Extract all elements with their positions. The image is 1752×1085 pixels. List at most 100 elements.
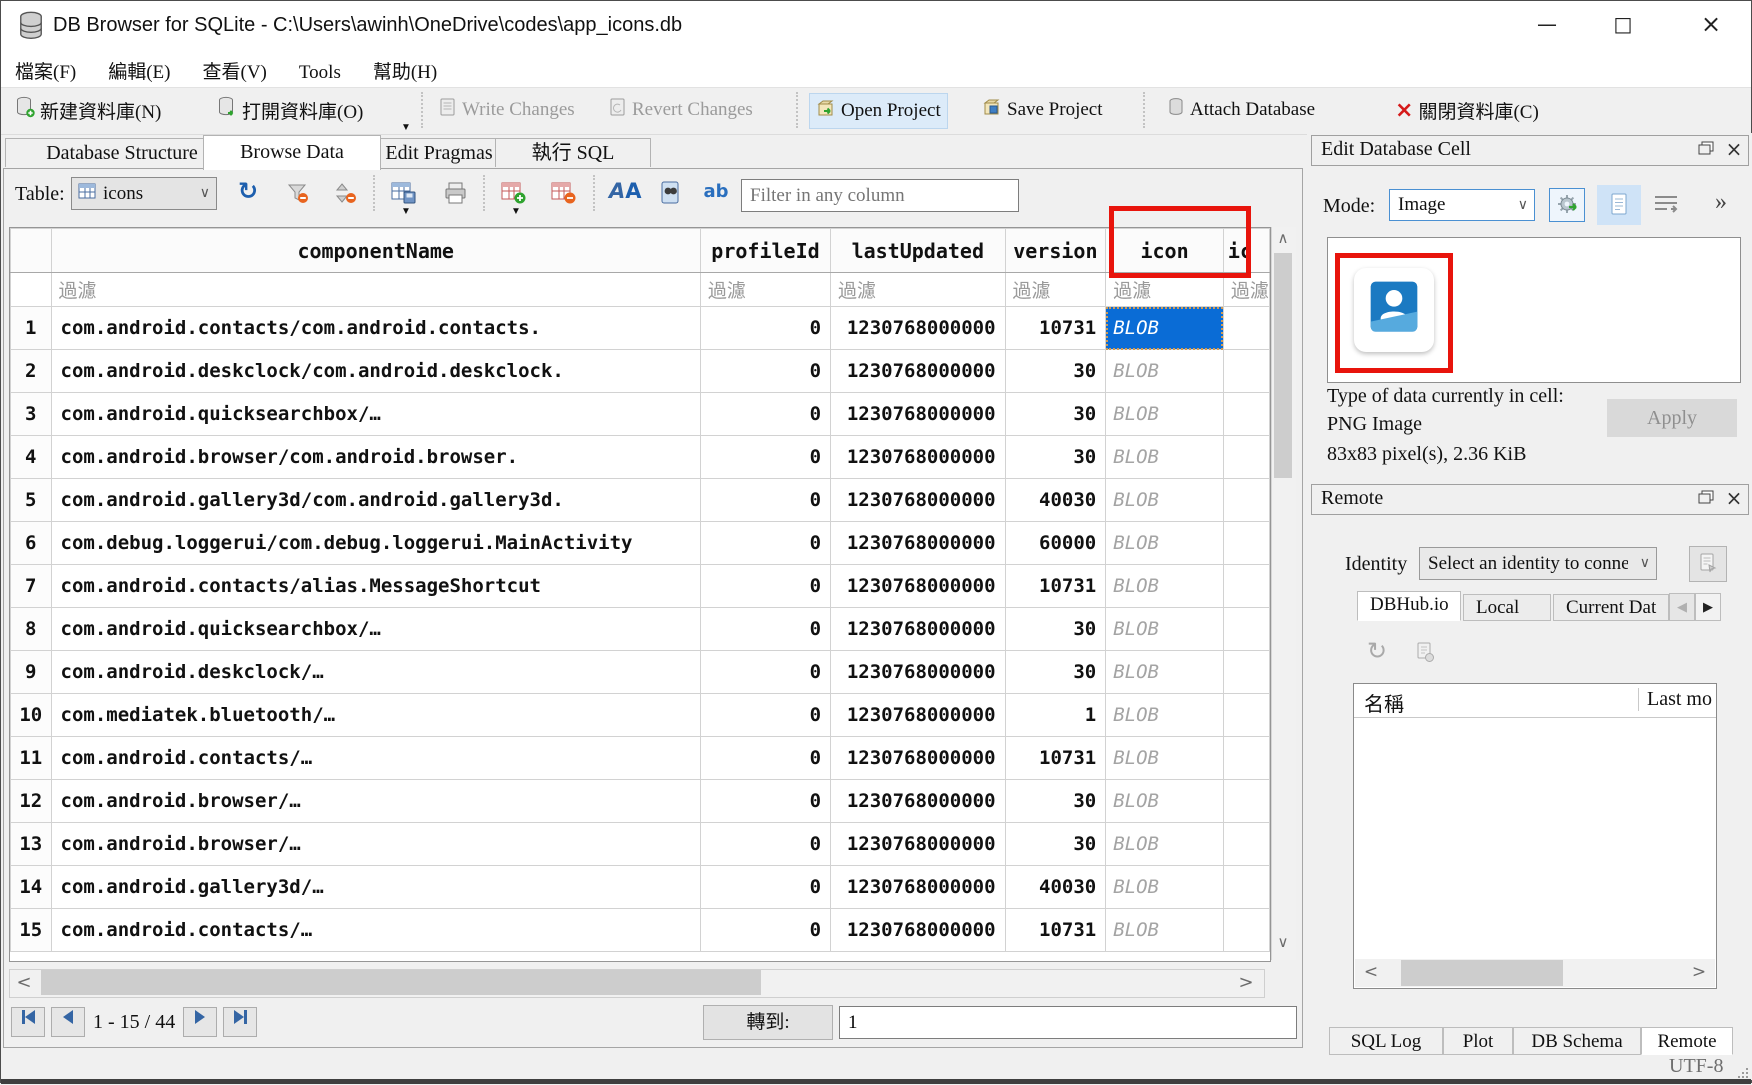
column-filter-input[interactable]: 過濾	[831, 273, 1006, 307]
cell-icon-blob[interactable]: BLOB	[1106, 909, 1224, 952]
cell-icon-blob[interactable]: BLOB	[1106, 436, 1224, 479]
word-wrap-icon[interactable]	[1653, 193, 1679, 220]
cell-componentname[interactable]: com.android.contacts/…	[51, 737, 700, 780]
write-changes-button[interactable]: Write Changes	[433, 93, 581, 127]
cell-partial[interactable]	[1223, 780, 1269, 823]
cell-icon-blob[interactable]: BLOB	[1106, 522, 1224, 565]
cell-version[interactable]: 40030	[1005, 479, 1106, 522]
row-number[interactable]: 9	[11, 651, 52, 694]
cell-componentname[interactable]: com.mediatek.bluetooth/…	[51, 694, 700, 737]
font-settings-icon[interactable]: AA	[609, 179, 639, 207]
cell-lastupdated[interactable]: 1230768000000	[831, 608, 1006, 651]
cell-profileid[interactable]: 0	[700, 823, 830, 866]
cell-icon-blob[interactable]: BLOB	[1106, 307, 1224, 350]
cell-icon-blob[interactable]: BLOB	[1106, 866, 1224, 909]
import-data-button[interactable]	[1549, 188, 1585, 222]
cell-lastupdated[interactable]: 1230768000000	[831, 866, 1006, 909]
cell-version[interactable]: 30	[1005, 350, 1106, 393]
cell-profileid[interactable]: 0	[700, 522, 830, 565]
cell-componentname[interactable]: com.android.browser/…	[51, 780, 700, 823]
cell-partial[interactable]	[1223, 350, 1269, 393]
cell-componentname[interactable]: com.android.quicksearchbox/…	[51, 608, 700, 651]
scroll-left-button[interactable]: <	[11, 972, 37, 993]
float-panel-icon[interactable]	[1695, 140, 1717, 160]
cell-version[interactable]: 30	[1005, 780, 1106, 823]
more-tools-chevron[interactable]: »	[1715, 189, 1727, 216]
open-database-button[interactable]: 打開資料庫(O)	[211, 93, 369, 127]
menu-edit[interactable]: 編輯(E)	[94, 51, 184, 90]
cell-partial[interactable]	[1223, 694, 1269, 737]
remote-scroll-left-button[interactable]: <	[1361, 962, 1381, 982]
remote-col-name[interactable]: 名稱	[1364, 688, 1404, 717]
cell-lastupdated[interactable]: 1230768000000	[831, 780, 1006, 823]
remote-col-lastmodified[interactable]: Last mo	[1638, 688, 1712, 711]
save-project-button[interactable]: Save Project	[976, 93, 1109, 127]
goto-row-input[interactable]	[839, 1006, 1297, 1039]
cell-partial[interactable]	[1223, 651, 1269, 694]
cell-partial[interactable]	[1223, 479, 1269, 522]
row-number[interactable]: 13	[11, 823, 52, 866]
tab-browse-data[interactable]: Browse Data	[203, 135, 381, 170]
cell-partial[interactable]	[1223, 565, 1269, 608]
print-icon[interactable]	[441, 181, 471, 209]
cell-componentname[interactable]: com.android.contacts/com.android.contact…	[51, 307, 700, 350]
cell-profileid[interactable]: 0	[700, 608, 830, 651]
column-header[interactable]: componentName	[51, 229, 700, 273]
cell-lastupdated[interactable]: 1230768000000	[831, 350, 1006, 393]
cell-componentname[interactable]: com.android.gallery3d/com.android.galler…	[51, 479, 700, 522]
cell-lastupdated[interactable]: 1230768000000	[831, 436, 1006, 479]
column-header[interactable]: profileId	[700, 229, 830, 273]
cell-version[interactable]: 30	[1005, 608, 1106, 651]
cell-componentname[interactable]: com.android.gallery3d/…	[51, 866, 700, 909]
cell-icon-blob[interactable]: BLOB	[1106, 651, 1224, 694]
cell-profileid[interactable]: 0	[700, 393, 830, 436]
cell-icon-blob[interactable]: BLOB	[1106, 565, 1224, 608]
open-project-button[interactable]: Open Project	[809, 93, 948, 129]
cell-profileid[interactable]: 0	[700, 307, 830, 350]
remote-scroll-right-button[interactable]: >	[1689, 962, 1709, 982]
dock-tab-db-schema[interactable]: DB Schema	[1513, 1027, 1641, 1055]
cell-partial[interactable]	[1223, 436, 1269, 479]
row-number[interactable]: 1	[11, 307, 52, 350]
column-filter-input[interactable]: 過濾	[51, 273, 700, 307]
cell-profileid[interactable]: 0	[700, 737, 830, 780]
cell-partial[interactable]	[1223, 307, 1269, 350]
insert-record-icon[interactable]	[499, 181, 529, 209]
menu-tools[interactable]: Tools	[285, 56, 355, 90]
close-button[interactable]: ×	[1678, 1, 1744, 47]
cell-profileid[interactable]: 0	[700, 565, 830, 608]
vertical-scrollbar-thumb[interactable]	[1274, 253, 1292, 478]
close-panel-icon[interactable]: ×	[1723, 137, 1745, 157]
cell-version[interactable]: 30	[1005, 823, 1106, 866]
cell-profileid[interactable]: 0	[700, 651, 830, 694]
remote-tab-current-database[interactable]: Current Dat	[1553, 594, 1669, 621]
column-header[interactable]: version	[1005, 229, 1106, 273]
cell-lastupdated[interactable]: 1230768000000	[831, 393, 1006, 436]
cell-componentname[interactable]: com.android.contacts/…	[51, 909, 700, 952]
cell-version[interactable]: 10731	[1005, 307, 1106, 350]
horizontal-scrollbar-thumb[interactable]	[41, 970, 761, 995]
cell-version[interactable]: 30	[1005, 651, 1106, 694]
menu-help[interactable]: 幫助(H)	[359, 51, 451, 90]
row-number[interactable]: 15	[11, 909, 52, 952]
row-number[interactable]: 3	[11, 393, 52, 436]
clear-sort-icon[interactable]	[331, 181, 361, 209]
cell-profileid[interactable]: 0	[700, 436, 830, 479]
row-number[interactable]: 11	[11, 737, 52, 780]
row-number[interactable]: 7	[11, 565, 52, 608]
cell-componentname[interactable]: com.android.deskclock/com.android.deskcl…	[51, 350, 700, 393]
remote-horizontal-scrollbar[interactable]: < >	[1355, 959, 1715, 987]
save-results-icon[interactable]	[389, 181, 419, 209]
cell-partial[interactable]	[1223, 608, 1269, 651]
cell-icon-blob[interactable]: BLOB	[1106, 823, 1224, 866]
cell-lastupdated[interactable]: 1230768000000	[831, 737, 1006, 780]
open-database-dropdown-arrow[interactable]: ▼	[401, 122, 411, 133]
tabs-scroll-left-button[interactable]: ◀	[1669, 593, 1695, 621]
remote-clone-icon[interactable]	[1415, 641, 1435, 668]
identity-settings-button[interactable]	[1689, 546, 1727, 582]
table-select-combobox[interactable]: icons ∨	[71, 177, 217, 210]
cell-version[interactable]: 1	[1005, 694, 1106, 737]
row-number[interactable]: 14	[11, 866, 52, 909]
row-number[interactable]: 2	[11, 350, 52, 393]
dock-tab-plot[interactable]: Plot	[1443, 1027, 1513, 1055]
